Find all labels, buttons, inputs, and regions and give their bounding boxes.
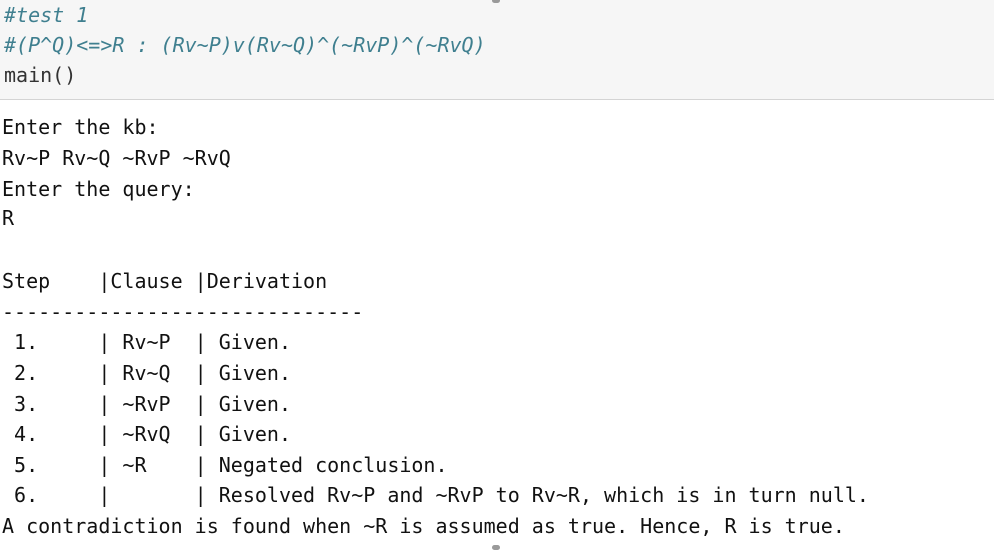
table-header: Step |Clause |Derivation xyxy=(2,269,328,293)
table-separator: ------------------------------ xyxy=(2,300,364,324)
query-value: R xyxy=(2,206,15,230)
code-comment-line: #test 1 xyxy=(4,3,89,27)
code-comment-line: #(P^Q)<=>R : (Rv~P)v(Rv~Q)^(~RvP)^(~RvQ) xyxy=(4,33,486,57)
code-input-cell[interactable]: #test 1 #(P^Q)<=>R : (Rv~P)v(Rv~Q)^(~RvP… xyxy=(0,0,994,100)
code-call-line: main() xyxy=(4,63,77,87)
crop-mark-bottom xyxy=(492,545,500,550)
table-row: 3. | ~RvP | Given. xyxy=(2,392,291,416)
crop-mark-top xyxy=(492,0,500,3)
table-row: 1. | Rv~P | Given. xyxy=(2,330,291,354)
table-row: 2. | Rv~Q | Given. xyxy=(2,361,291,385)
table-row: 4. | ~RvQ | Given. xyxy=(2,422,291,446)
query-prompt: Enter the query: xyxy=(2,177,195,201)
kb-value: Rv~P Rv~Q ~RvP ~RvQ xyxy=(2,146,231,170)
kb-prompt: Enter the kb: xyxy=(2,115,159,139)
conclusion-line: A contradiction is found when ~R is assu… xyxy=(2,514,845,538)
table-row: 6. | | Resolved Rv~P and ~RvP to Rv~R, w… xyxy=(2,483,869,507)
table-row: 5. | ~R | Negated conclusion. xyxy=(2,453,448,477)
